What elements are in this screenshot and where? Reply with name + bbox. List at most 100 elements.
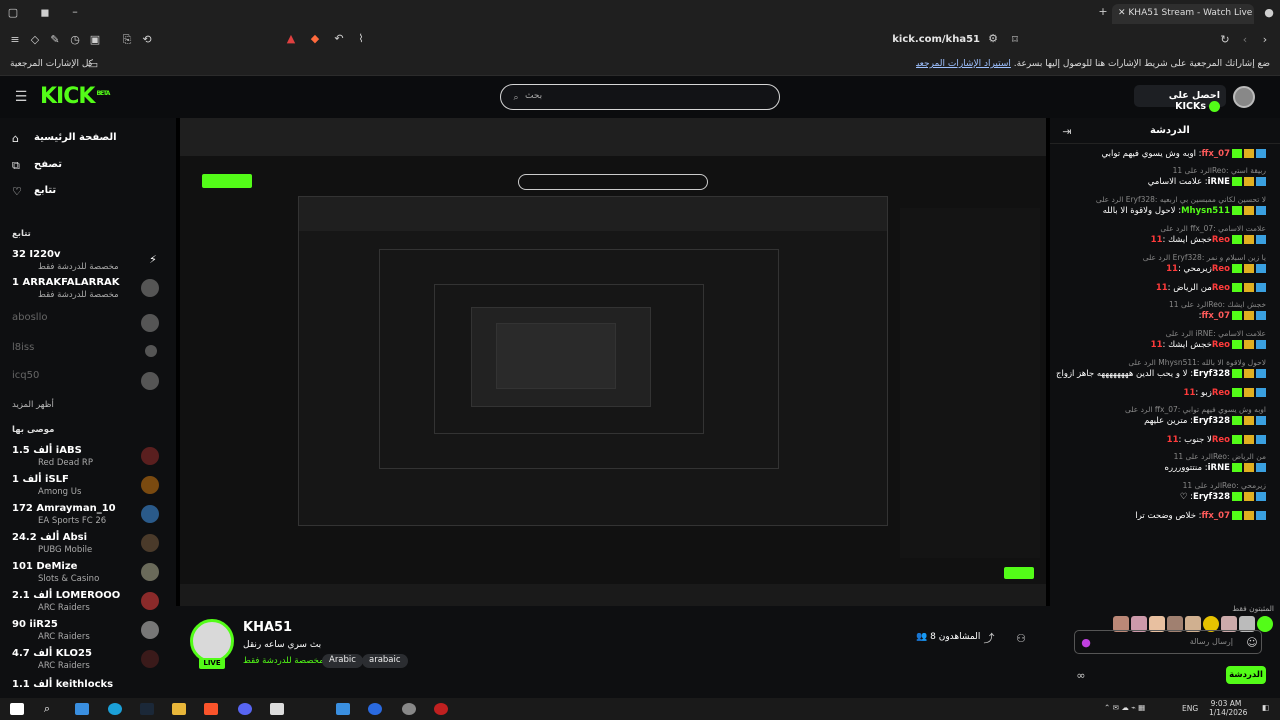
- language-indicator[interactable]: ENG: [1182, 704, 1198, 713]
- search-icon[interactable]: ⌕: [40, 702, 54, 716]
- chat-input[interactable]: إرسال رسالة ☺ ●: [1074, 630, 1262, 654]
- window-menu-icon[interactable]: ▢: [6, 6, 20, 20]
- following-channel[interactable]: 1 ARRAKFALARRAK مخصصة للدردشة فقط: [12, 277, 172, 305]
- discord-icon[interactable]: [238, 703, 252, 715]
- back-icon[interactable]: ›: [1258, 33, 1272, 47]
- recommended-channel[interactable]: 4.7 ألف KLO25 ARC Raiders: [12, 648, 172, 676]
- shield-icon[interactable]: ◇: [28, 33, 42, 47]
- reload-icon[interactable]: ↻: [1218, 33, 1232, 47]
- reply-context[interactable]: الرد على 11Reo: من الرياض: [1056, 452, 1266, 462]
- chat-username[interactable]: ffx_07: [1202, 511, 1230, 521]
- tag-arabaic[interactable]: arabaic: [362, 654, 408, 668]
- edit-icon[interactable]: ⌇: [354, 32, 368, 46]
- reply-context[interactable]: الرد على Eryf328: يا زين اسبلام و نمر: [1056, 253, 1266, 263]
- import-bookmarks-link[interactable]: استيراد الإشارات المرجعية الآن...: [916, 59, 1011, 69]
- reply-context[interactable]: الرد على 11Reo: زيرمحي: [1056, 481, 1266, 491]
- reply-context[interactable]: الرد على 11Reo: خجش ايشك: [1056, 300, 1266, 310]
- app-icon[interactable]: [336, 703, 350, 715]
- get-kicks-button[interactable]: احصل على KICKs: [1134, 85, 1226, 112]
- mic-icon[interactable]: ●: [1079, 636, 1093, 650]
- notification-icon[interactable]: ◧: [1262, 703, 1269, 712]
- screenshot-icon[interactable]: ⎘: [120, 33, 134, 47]
- all-bookmarks-link[interactable]: كل الإشارات المرجعية: [10, 59, 93, 69]
- brave-rewards-icon[interactable]: ▲: [284, 32, 298, 46]
- menu-icon[interactable]: ≡: [8, 33, 22, 47]
- minimize-icon[interactable]: –: [68, 5, 82, 19]
- reply-context[interactable]: الرد على Mhysn511: لاحول ولاقوة الا بالل…: [1056, 358, 1266, 368]
- recommended-channel[interactable]: 101 DeMize Slots & Casino: [12, 561, 172, 589]
- close-tab-icon[interactable]: ✕: [1118, 8, 1128, 18]
- reply-context[interactable]: الرد على iRNE: علامت الاسامي: [1056, 329, 1266, 339]
- video-player[interactable]: [176, 118, 1050, 606]
- chat-username[interactable]: ffx_07: [1202, 149, 1230, 159]
- app-icon[interactable]: [434, 703, 448, 715]
- clock[interactable]: 9:03 AM 1/14/2026: [1209, 699, 1247, 717]
- reply-context[interactable]: الرد على 11Reo: ربيقة استي: [1056, 166, 1266, 176]
- following-channel[interactable]: 32 I220v مخصصة للدردشة فقط ⚡: [12, 249, 172, 277]
- search-input[interactable]: بحث ⌕: [500, 84, 780, 110]
- recommended-channel[interactable]: 1.5 ألف iABS Red Dead RP: [12, 445, 172, 473]
- forward-icon[interactable]: ‹: [1238, 33, 1252, 47]
- extensions-icon[interactable]: ✎: [48, 33, 62, 47]
- user-avatar[interactable]: [1233, 86, 1255, 108]
- reply-context[interactable]: الرد على ffx_07: علامت الاسامي: [1056, 224, 1266, 234]
- back-history-icon[interactable]: ↶: [332, 32, 346, 46]
- file-explorer-icon[interactable]: [172, 703, 186, 715]
- address-bar[interactable]: ▲ ◆ ↶ ⌇ kick.com/kha51 ⚙: [280, 30, 1028, 50]
- kick-logo[interactable]: KICK BETA: [40, 84, 110, 109]
- streamer-name[interactable]: KHA51: [243, 620, 292, 635]
- share-icon[interactable]: ⤴: [982, 632, 996, 646]
- nav-browse[interactable]: تصفح: [34, 159, 62, 170]
- edge-icon[interactable]: [108, 703, 122, 715]
- site-settings-icon[interactable]: ⚙: [986, 32, 1000, 46]
- chat-username[interactable]: iRNE: [1208, 463, 1230, 473]
- emoji-icon[interactable]: ☺: [1245, 636, 1259, 650]
- chat-username[interactable]: Eryf328: [1193, 416, 1230, 426]
- chat-username[interactable]: Eryf328: [1193, 492, 1230, 502]
- following-channel[interactable]: l8iss: [12, 342, 172, 370]
- recommended-channel[interactable]: 1 ألف iSLF Among Us: [12, 474, 172, 502]
- copilot-icon[interactable]: [75, 703, 89, 715]
- streamer-avatar[interactable]: [190, 619, 234, 663]
- chat-username[interactable]: ffx_07: [1202, 311, 1230, 321]
- collapse-chat-icon[interactable]: ⇥: [1060, 125, 1074, 139]
- sidebar-icon[interactable]: ▣: [88, 33, 102, 47]
- chat-send-button[interactable]: الدردشة: [1226, 666, 1266, 684]
- history-icon[interactable]: ◷: [68, 33, 82, 47]
- emote[interactable]: [1257, 616, 1273, 632]
- show-more-link[interactable]: أظهر المزيد: [12, 400, 54, 410]
- follow-icon[interactable]: ⚇: [1014, 632, 1028, 646]
- chat-username[interactable]: iRNE: [1208, 177, 1230, 187]
- store-icon[interactable]: [270, 703, 284, 715]
- start-icon[interactable]: [10, 703, 24, 715]
- app-icon[interactable]: [368, 703, 382, 715]
- recommended-channel[interactable]: 90 iiR25 ARC Raiders: [12, 619, 172, 647]
- chat-settings-icon[interactable]: ∞: [1074, 669, 1088, 683]
- recommended-channel[interactable]: 172 Amrayman_10 EA Sports FC 26: [12, 503, 172, 531]
- brave-icon[interactable]: [204, 703, 218, 715]
- tab-overview-icon[interactable]: ◼: [38, 6, 52, 20]
- hamburger-menu-icon[interactable]: ☰: [14, 90, 28, 104]
- tag-arabic[interactable]: Arabic: [322, 654, 363, 668]
- sync-icon[interactable]: ⟲: [140, 33, 154, 47]
- following-channel[interactable]: icq50: [12, 370, 172, 398]
- stream-category[interactable]: مخصصة للدردشة فقط: [243, 656, 324, 666]
- recommended-channel[interactable]: 2.1 ألف LOMEROOO ARC Raiders: [12, 590, 172, 618]
- chat-username[interactable]: Mhysn511: [1181, 206, 1230, 216]
- app-icon[interactable]: [402, 703, 416, 715]
- chat-username[interactable]: Eryf328: [1193, 369, 1230, 379]
- brave-shield-icon[interactable]: ◆: [308, 32, 322, 46]
- reply-context[interactable]: الرد على ffx_07: اوبه وش يسوي فيهم توابي: [1056, 405, 1266, 415]
- nav-following[interactable]: تتابع: [34, 185, 56, 196]
- following-channel[interactable]: abosllo: [12, 312, 172, 340]
- new-tab-icon[interactable]: +: [1096, 5, 1110, 19]
- tray-icons[interactable]: ⌃ ✉ ☁ ⌁ ▦: [1104, 703, 1145, 712]
- steam-icon[interactable]: [140, 703, 154, 715]
- channel-avatar: [141, 372, 159, 390]
- tab-kha51[interactable]: ✕ KHA51 Stream - Watch Live ...: [1112, 4, 1254, 24]
- nav-home[interactable]: الصفحة الرئيسية: [34, 132, 117, 143]
- recommended-channel[interactable]: 24.2 ألف Absi PUBG Mobile: [12, 532, 172, 560]
- reply-context[interactable]: الرد على Eryf328: لا تحسين لكاني ممبسين …: [1056, 195, 1266, 205]
- url-text[interactable]: kick.com/kha51: [892, 34, 980, 45]
- bookmark-icon[interactable]: ⌑: [1008, 33, 1022, 47]
